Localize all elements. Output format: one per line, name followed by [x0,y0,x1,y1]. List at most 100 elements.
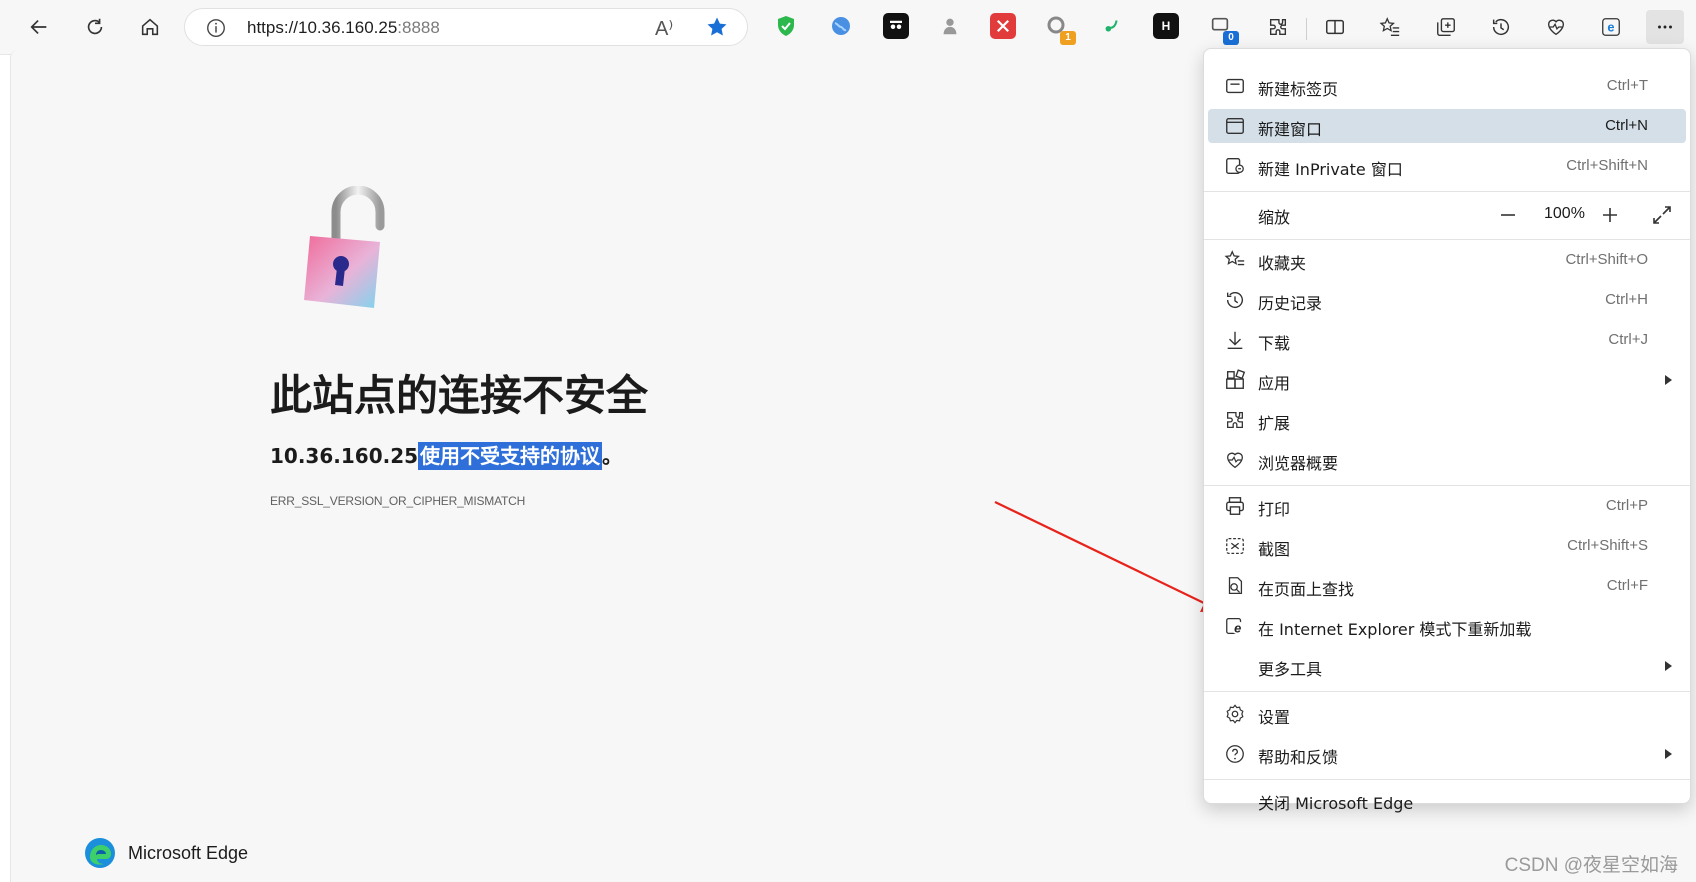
menu-item-history[interactable]: 历史记录 Ctrl+H [1208,283,1686,317]
extension-badge: 1 [1060,31,1076,45]
menu-label: 在 Internet Explorer 模式下重新加载 [1258,620,1532,639]
settings-menu: 新建标签页 Ctrl+T 新建窗口 Ctrl+N 新建 InPrivate 窗口… [1203,48,1691,813]
url-host: https://10.36.160.25 [247,18,398,37]
menu-shortcut: Ctrl+T [1606,77,1648,94]
extensions-button[interactable] [1261,10,1295,44]
ie-icon: e [1602,18,1620,36]
globe-extension-icon[interactable] [828,13,854,39]
puzzle-icon [1269,18,1287,36]
favorites-icon [1224,250,1245,266]
site-info-icon[interactable] [205,17,227,39]
bookmark-extension-icon[interactable] [990,13,1016,39]
menu-item-new-tab[interactable]: 新建标签页 Ctrl+T [1208,69,1686,103]
menu-label: 帮助和反馈 [1258,748,1339,767]
collections-button[interactable] [1429,10,1463,44]
fullscreen-icon[interactable] [1648,201,1676,229]
error-title: 此站点的连接不安全 [270,371,649,420]
menu-item-settings[interactable]: 设置 [1208,697,1686,731]
menu-label: 在页面上查找 [1258,580,1355,599]
menu-item-find[interactable]: 在页面上查找 Ctrl+F [1208,569,1686,603]
find-on-page-icon [1228,577,1243,594]
puzzle-gray-extension-icon[interactable] [937,13,963,39]
new-tab-icon [1226,78,1244,94]
zoom-out-icon[interactable] [1494,201,1522,229]
menu-shortcut: Ctrl+Shift+S [1567,537,1648,554]
menu-shortcut: Ctrl+P [1605,497,1648,514]
menu-divider [1204,239,1690,240]
favorites-button[interactable] [1373,10,1407,44]
read-aloud-icon[interactable]: A⁾ [655,16,673,41]
shield-extension-icon[interactable] [773,13,799,39]
screenshot-icon [1226,538,1244,554]
url-port: :8888 [397,18,440,37]
inprivate-icon [1226,157,1244,175]
menu-item-screenshot[interactable]: 截图 Ctrl+Shift+S [1208,529,1686,563]
menu-item-close-edge[interactable]: 关闭 Microsoft Edge [1208,783,1686,817]
menu-item-print[interactable]: 打印 Ctrl+P [1208,489,1686,523]
menu-shortcut: Ctrl+N [1605,117,1648,134]
submenu-arrow-icon [1665,661,1672,671]
ie-mode-icon: e [1226,618,1245,635]
history-button[interactable] [1484,10,1518,44]
menu-shortcut: Ctrl+H [1605,291,1648,308]
menu-item-more-tools[interactable]: 更多工具 [1208,649,1686,683]
menu-divider [1204,191,1690,192]
zoom-in-icon[interactable] [1596,201,1624,229]
favorites-list-icon [1379,17,1400,36]
menu-label: 缩放 [1258,208,1291,227]
menu-item-downloads[interactable]: 下载 Ctrl+J [1208,323,1686,357]
download-icon [1227,331,1243,349]
menu-label: 新建窗口 [1258,120,1323,139]
menu-shortcut: Ctrl+Shift+N [1566,157,1648,174]
menu-shortcut: Ctrl+F [1606,577,1648,594]
home-button[interactable] [133,10,167,44]
letter-extension-icon[interactable]: H [1153,13,1179,39]
menu-label: 新建 InPrivate 窗口 [1258,160,1403,179]
zoom-level: 100% [1544,205,1585,222]
ie-mode-toolbar-button[interactable]: e [1594,10,1628,44]
back-button[interactable] [22,10,56,44]
menu-item-extensions[interactable]: 扩展 [1208,403,1686,437]
heart-pulse-icon [1227,452,1243,469]
error-highlighted-text[interactable]: 使用不受支持的协议 [418,442,603,470]
menu-item-new-inprivate[interactable]: 新建 InPrivate 窗口 Ctrl+Shift+N [1208,149,1686,183]
extension-letter: H [1161,19,1171,33]
split-screen-button[interactable] [1318,10,1352,44]
menu-shortcut: Ctrl+Shift+O [1565,251,1648,268]
error-description: 10.36.160.25 使用不受支持的协议。 [270,440,622,470]
search-extension-icon[interactable]: 1 [1044,13,1076,45]
more-dots-icon [1658,25,1672,29]
edge-logo-icon [85,838,115,868]
collections-icon [1437,18,1455,36]
menu-label: 扩展 [1258,414,1291,433]
menu-item-favorites[interactable]: 收藏夹 Ctrl+Shift+O [1208,243,1686,277]
svg-text:e: e [1234,620,1241,635]
menu-label: 收藏夹 [1258,254,1307,273]
favorite-star-icon[interactable] [705,15,729,39]
error-code: ERR_SSL_VERSION_OR_CIPHER_MISMATCH [270,494,526,508]
gear-icon [1226,704,1244,724]
settings-and-more-button[interactable] [1646,10,1684,44]
menu-label: 历史记录 [1258,294,1323,313]
edge-brand-name: Microsoft Edge [128,842,249,863]
address-bar[interactable]: https://10.36.160.25:8888 A⁾ [184,8,748,46]
print-icon [1226,497,1244,515]
url-text[interactable]: https://10.36.160.25:8888 [247,18,440,38]
menu-item-browser-essentials[interactable]: 浏览器概要 [1208,443,1686,477]
puzzle-icon [1227,412,1243,428]
refresh-button[interactable] [78,10,112,44]
browser-essentials-button[interactable] [1539,10,1573,44]
menu-divider [1204,779,1690,780]
menu-shortcut: Ctrl+J [1608,331,1648,348]
screen-extension-icon[interactable]: 0 [1207,13,1239,45]
menu-label: 应用 [1258,374,1291,393]
menu-item-ie-mode[interactable]: e 在 Internet Explorer 模式下重新加载 [1208,609,1686,643]
tab-extension-icon[interactable] [883,13,909,39]
menu-item-apps[interactable]: 应用 [1208,363,1686,397]
submenu-arrow-icon [1665,749,1672,759]
unlocked-padlock-icon [304,186,385,308]
menu-label: 浏览器概要 [1258,454,1339,473]
menu-item-help[interactable]: 帮助和反馈 [1208,737,1686,771]
green-extension-icon[interactable] [1099,13,1125,39]
menu-item-new-window[interactable]: 新建窗口 Ctrl+N [1208,109,1686,143]
